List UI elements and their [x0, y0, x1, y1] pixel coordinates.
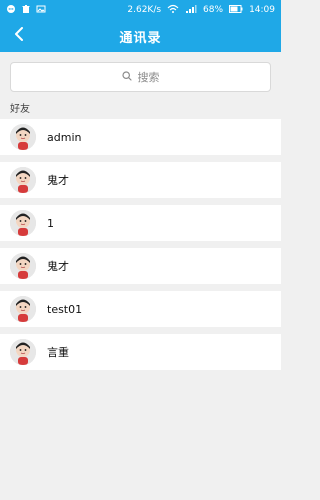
- contact-name: 鬼才: [47, 174, 69, 187]
- chevron-left-icon: [14, 27, 24, 45]
- search-input[interactable]: 搜索: [10, 62, 271, 92]
- chat-notification-icon: [6, 4, 16, 17]
- avatar: [10, 124, 36, 150]
- search-container: 搜索: [0, 52, 281, 92]
- search-placeholder: 搜索: [137, 71, 160, 84]
- avatar: [10, 296, 36, 322]
- list-item[interactable]: admin: [0, 119, 281, 155]
- search-icon: [121, 70, 132, 84]
- avatar: [10, 253, 36, 279]
- signal-icon: [185, 4, 197, 17]
- image-icon: [36, 4, 46, 17]
- wifi-icon: [167, 4, 179, 17]
- status-bar-left-icons: [6, 4, 46, 17]
- contact-name: 1: [47, 216, 54, 230]
- app-bar: 通讯录: [0, 20, 281, 52]
- page-title: 通讯录: [119, 30, 162, 46]
- network-speed: 2.62K/s: [127, 5, 162, 15]
- list-item[interactable]: 鬼才: [0, 162, 281, 198]
- avatar: [10, 167, 36, 193]
- trash-icon: [21, 4, 31, 17]
- list-item[interactable]: 言重: [0, 334, 281, 370]
- contacts-list: admin 鬼才 1 鬼才 test01 言重: [0, 119, 281, 377]
- avatar: [10, 339, 36, 365]
- avatar: [10, 210, 36, 236]
- contact-name: test01: [47, 302, 83, 316]
- battery-percent: 68%: [203, 5, 224, 15]
- status-bar: 2.62K/s 68% 14:09: [0, 0, 281, 20]
- back-button[interactable]: [10, 27, 28, 45]
- section-header-friends: 好友: [10, 104, 30, 115]
- list-item[interactable]: 鬼才: [0, 248, 281, 284]
- status-bar-right: 2.62K/s 68% 14:09: [127, 4, 275, 17]
- contact-name: 言重: [47, 346, 69, 359]
- clock: 14:09: [249, 5, 275, 15]
- list-item[interactable]: 1: [0, 205, 281, 241]
- contact-name: 鬼才: [47, 260, 69, 273]
- list-item[interactable]: test01: [0, 291, 281, 327]
- contact-name: admin: [47, 130, 82, 144]
- battery-icon: [229, 4, 243, 16]
